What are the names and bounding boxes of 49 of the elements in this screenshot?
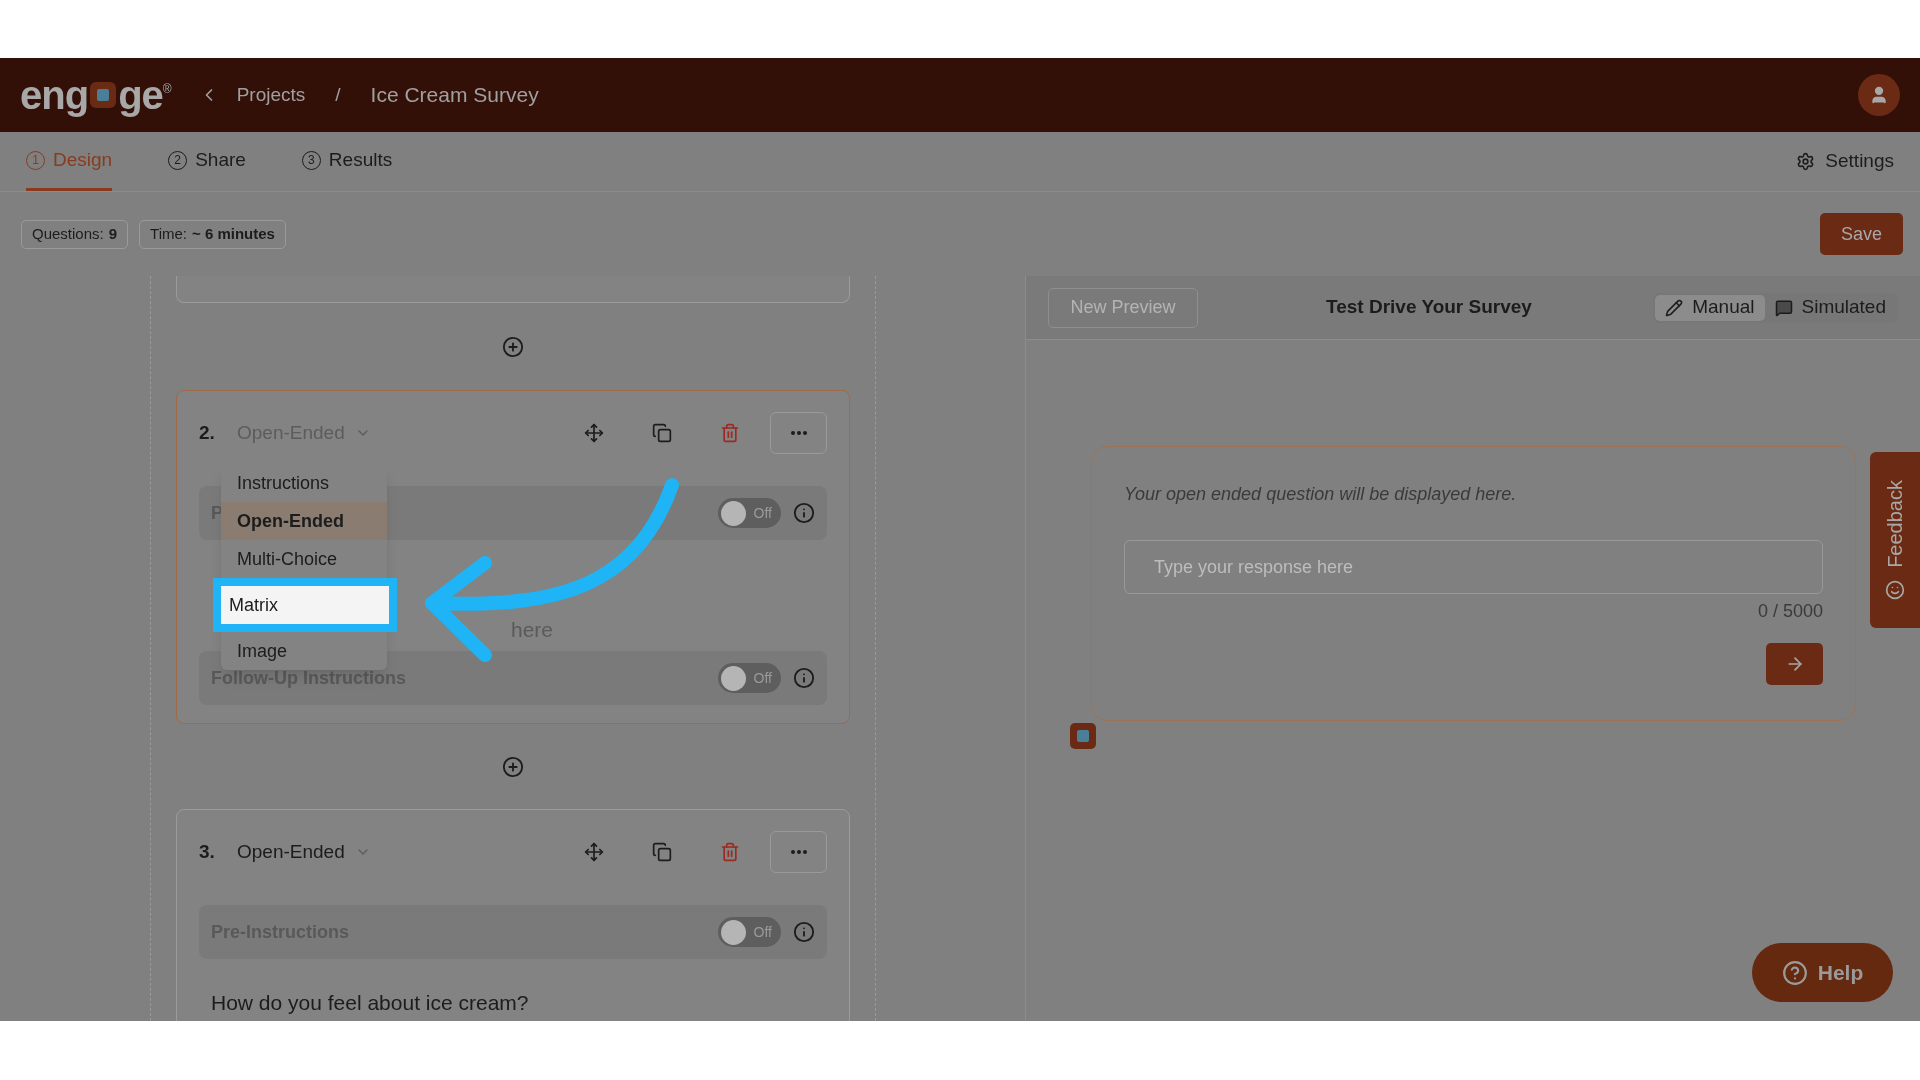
menu-item[interactable]: Instructions bbox=[221, 464, 387, 502]
stat-badge: Time: ~ 6 minutes bbox=[139, 219, 286, 249]
settings-button[interactable]: Settings bbox=[1796, 132, 1894, 191]
settings-icon bbox=[1796, 152, 1816, 171]
more-icon bbox=[790, 431, 807, 435]
breadcrumb-link[interactable]: Projects bbox=[236, 80, 306, 110]
toggle-switch[interactable]: Off bbox=[718, 663, 781, 693]
stat-badge: Questions: 9 bbox=[21, 219, 129, 249]
preview-title: Test Drive Your Survey bbox=[1326, 295, 1532, 320]
speech-bubble-icon bbox=[90, 82, 117, 108]
chat-bubble-icon bbox=[1774, 298, 1793, 317]
help-icon bbox=[1781, 959, 1808, 986]
move-icon[interactable] bbox=[584, 423, 604, 443]
info-icon[interactable] bbox=[793, 667, 815, 689]
menu-item[interactable]: Open-Ended bbox=[221, 502, 387, 540]
copy-icon[interactable] bbox=[652, 842, 672, 862]
help-button[interactable]: Help bbox=[1752, 943, 1893, 1002]
menu-item[interactable]: Image bbox=[221, 632, 387, 670]
feedback-tab[interactable]: Feedback bbox=[1870, 452, 1920, 628]
more-icon bbox=[790, 850, 807, 854]
add-question-icon[interactable] bbox=[502, 755, 524, 778]
logo[interactable]: eng ge$^{®}$ bbox=[20, 65, 171, 125]
question-text: How do you feel about ice cream? bbox=[211, 990, 529, 1016]
info-icon[interactable] bbox=[793, 502, 815, 524]
avatar-button[interactable] bbox=[1858, 74, 1900, 116]
add-question-icon[interactable] bbox=[502, 335, 524, 358]
toggle-switch[interactable]: Off bbox=[718, 917, 781, 947]
info-icon[interactable] bbox=[793, 921, 815, 943]
mode-option[interactable]: Manual bbox=[1655, 294, 1765, 321]
pencil-icon bbox=[1665, 298, 1684, 317]
tab[interactable]: 2 Share bbox=[168, 132, 246, 191]
copy-icon[interactable] bbox=[652, 423, 672, 443]
toggle-switch[interactable]: Off bbox=[718, 498, 781, 528]
person-icon bbox=[1869, 85, 1889, 105]
character-counter: 0 / 5000 bbox=[1757, 600, 1823, 623]
mode-option[interactable]: Simulated bbox=[1764, 294, 1896, 321]
save-button[interactable]: Save bbox=[1819, 213, 1903, 255]
question-number: 3. bbox=[199, 839, 216, 864]
move-icon[interactable] bbox=[584, 842, 604, 862]
response-field[interactable]: Type your response here bbox=[1124, 540, 1823, 594]
question-type-dropdown[interactable]: Open-Ended bbox=[237, 837, 371, 867]
smile-icon bbox=[1885, 579, 1905, 600]
preview-question: Your open ended question will be displayed here. bbox=[1124, 483, 1518, 506]
next-button[interactable] bbox=[1766, 643, 1823, 685]
breadcrumb-current: Ice Cream Survey bbox=[370, 82, 539, 109]
tab[interactable]: 3 Results bbox=[301, 132, 393, 191]
breadcrumb-separator: / bbox=[335, 82, 341, 107]
menu-item[interactable]: Multi-Choice bbox=[221, 540, 387, 578]
question-number: 2. bbox=[199, 420, 216, 445]
